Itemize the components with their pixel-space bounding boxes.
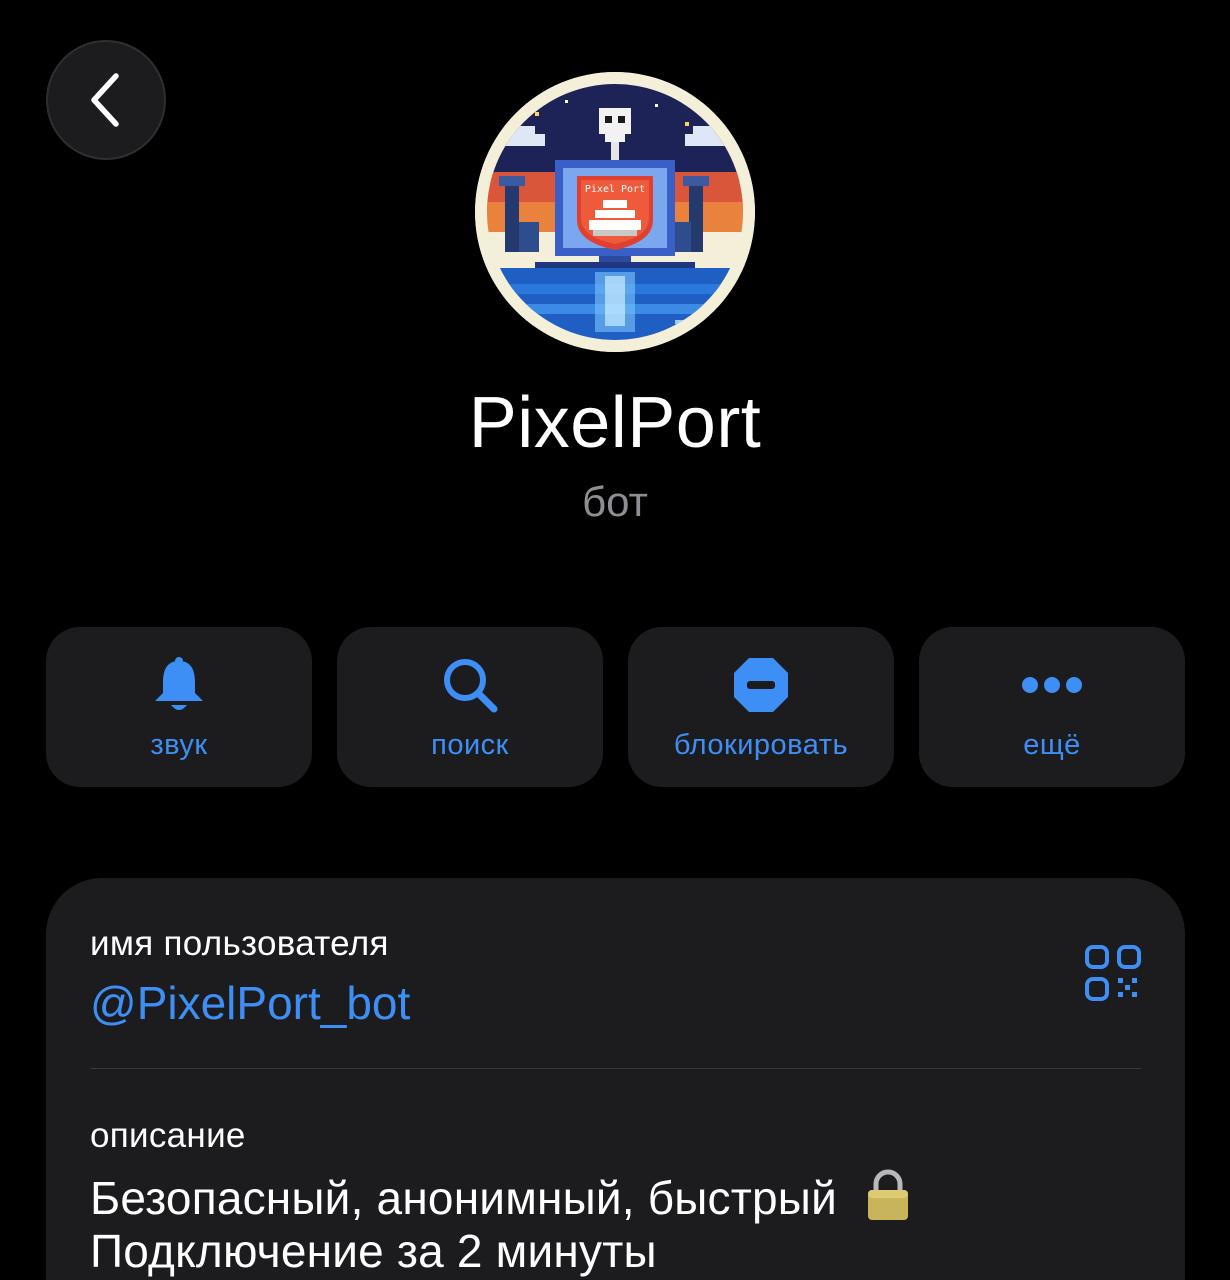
avatar-image: Pixel Port xyxy=(475,72,755,352)
info-card: имя пользователя @PixelPort_bot описание… xyxy=(46,878,1185,1280)
description-line-2: Подключение за 2 минуты xyxy=(90,1225,657,1277)
bell-icon xyxy=(155,657,203,710)
description-label: описание xyxy=(90,1116,246,1155)
chevron-left-icon xyxy=(91,73,119,127)
profile-type-label: бот xyxy=(582,478,648,525)
search-button-label: поиск xyxy=(431,729,509,761)
sound-button[interactable]: звук xyxy=(46,627,312,787)
profile-name: PixelPort xyxy=(468,383,762,463)
qr-code-button[interactable] xyxy=(1084,944,1142,1002)
qr-code-icon xyxy=(1085,945,1141,1001)
more-button[interactable]: ещё xyxy=(919,627,1185,787)
search-button[interactable]: поиск xyxy=(337,627,603,787)
svg-text:Pixel Port: Pixel Port xyxy=(585,184,645,195)
username-link[interactable]: @PixelPort_bot xyxy=(90,976,410,1030)
info-divider xyxy=(90,1068,1141,1069)
more-icon xyxy=(1022,677,1082,693)
block-button-label: блокировать xyxy=(673,729,849,761)
lock-icon xyxy=(867,1169,908,1220)
block-icon xyxy=(734,658,788,712)
profile-screen: Pixel Port PixelPort бот звук поиск блок… xyxy=(0,0,1230,1280)
search-icon xyxy=(444,659,498,713)
action-bar: звук поиск блокировать ещё xyxy=(46,627,1185,787)
avatar[interactable]: Pixel Port xyxy=(475,72,755,352)
username-label: имя пользователя xyxy=(90,924,389,963)
sound-button-label: звук xyxy=(150,729,208,761)
back-button[interactable] xyxy=(46,40,166,160)
more-button-label: ещё xyxy=(1023,729,1081,761)
block-button[interactable]: блокировать xyxy=(628,627,894,787)
description-text-1: Безопасный, анонимный, быстрый xyxy=(90,1172,837,1224)
description-line-1: Безопасный, анонимный, быстрый xyxy=(90,1168,912,1225)
